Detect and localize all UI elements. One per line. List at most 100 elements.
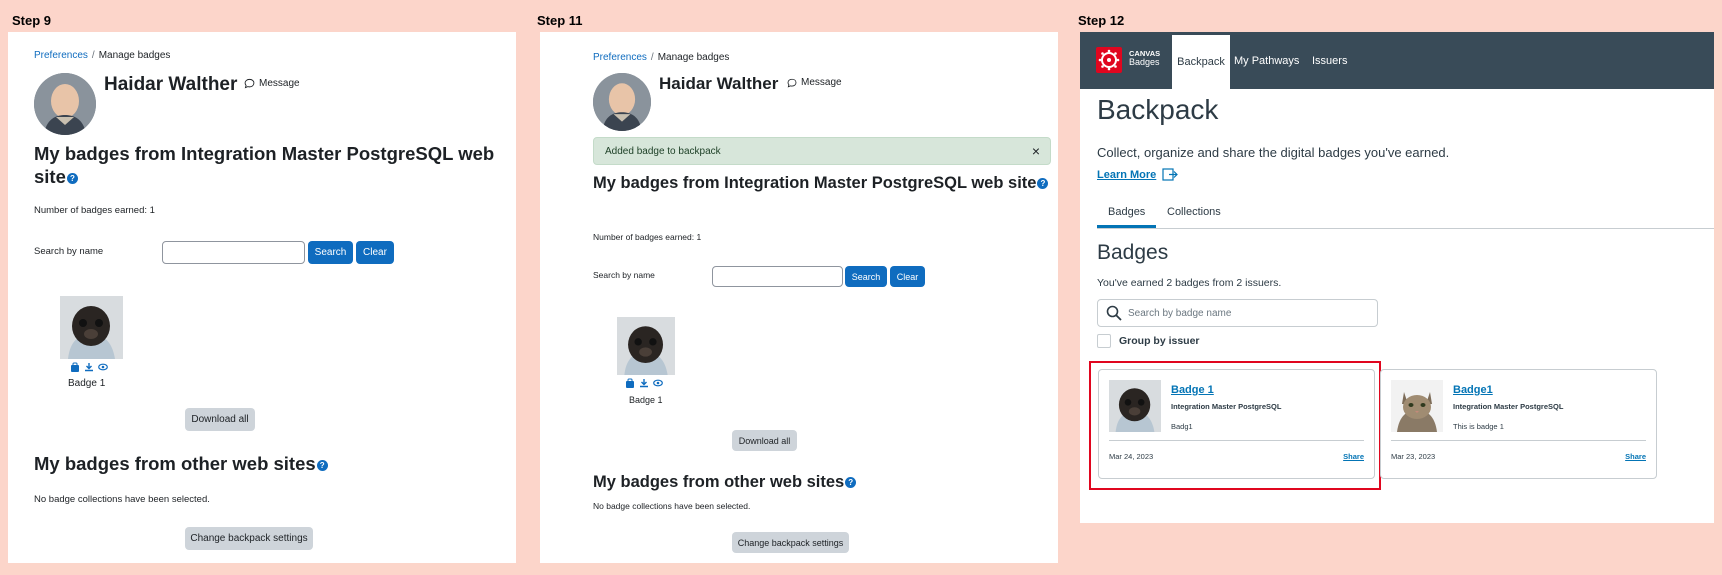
avatar bbox=[34, 73, 96, 135]
change-backpack-button[interactable]: Change backpack settings bbox=[185, 527, 313, 550]
heading-other-sites: My badges from other web sites? bbox=[593, 472, 857, 493]
search-input[interactable] bbox=[712, 266, 843, 287]
breadcrumb-current: Manage badges bbox=[657, 52, 730, 63]
badge-image[interactable] bbox=[617, 317, 675, 375]
download-all-button[interactable]: Download all bbox=[732, 430, 797, 451]
heading-site-badges: My badges from Integration Master Postgr… bbox=[34, 142, 514, 188]
search-label: Search by name bbox=[593, 270, 655, 280]
breadcrumb: Preferences / Manage badges bbox=[34, 50, 170, 61]
external-link-icon bbox=[1162, 168, 1179, 181]
brand-line2: Badges bbox=[1129, 57, 1160, 68]
tabs-divider bbox=[1097, 228, 1714, 229]
help-icon-other[interactable]: ? bbox=[845, 477, 857, 489]
heading-site-text: My badges from Integration Master Postgr… bbox=[593, 174, 1037, 192]
page-title: Backpack bbox=[1097, 94, 1219, 125]
alert-close-icon[interactable]: × bbox=[1032, 143, 1040, 159]
learn-more-text: Learn More bbox=[1097, 168, 1157, 181]
view-icon[interactable] bbox=[98, 362, 108, 372]
breadcrumb-separator: / bbox=[650, 52, 654, 63]
change-backpack-button[interactable]: Change backpack settings bbox=[732, 532, 849, 553]
top-navbar: CANVAS Badges Backpack My Pathways Issue… bbox=[1080, 32, 1714, 89]
pug-image bbox=[60, 296, 123, 359]
badge-image[interactable] bbox=[60, 296, 123, 359]
help-icon[interactable]: ? bbox=[66, 172, 78, 184]
breadcrumb-preferences-link[interactable]: Preferences bbox=[593, 52, 647, 63]
download-icon[interactable] bbox=[639, 378, 649, 388]
group-by-issuer-label: Group by issuer bbox=[1119, 335, 1200, 347]
clear-button[interactable]: Clear bbox=[356, 241, 394, 264]
heading-site-text: My badges from Integration Master Postgr… bbox=[34, 143, 495, 188]
step-label-12: Step 12 bbox=[1078, 13, 1125, 28]
message-label: Message bbox=[259, 78, 300, 89]
chat-bubble-icon bbox=[244, 78, 255, 89]
tab-collections[interactable]: Collections bbox=[1167, 206, 1221, 218]
badge-card-title[interactable]: Badge1 bbox=[1453, 384, 1493, 396]
badges-earned-count: Number of badges earned: 1 bbox=[593, 232, 702, 242]
badge-card-description: This is badge 1 bbox=[1453, 422, 1504, 431]
badge-card-image bbox=[1391, 380, 1443, 432]
help-icon[interactable]: ? bbox=[1037, 178, 1049, 190]
badge-actions bbox=[625, 378, 663, 388]
breadcrumb-separator: / bbox=[91, 50, 95, 61]
canvas-logo-icon[interactable] bbox=[1096, 47, 1122, 73]
cat-image bbox=[1391, 380, 1443, 432]
chat-bubble-icon bbox=[787, 78, 797, 87]
search-input[interactable] bbox=[162, 241, 305, 264]
learn-more-link[interactable]: Learn More bbox=[1097, 168, 1179, 181]
download-all-button[interactable]: Download all bbox=[185, 408, 255, 431]
earned-text: You've earned 2 badges from 2 issuers. bbox=[1097, 277, 1282, 289]
download-icon[interactable] bbox=[84, 362, 94, 372]
breadcrumb-preferences-link[interactable]: Preferences bbox=[34, 50, 88, 61]
user-name: Haidar Walther bbox=[104, 74, 238, 95]
message-button[interactable]: Message bbox=[244, 78, 300, 89]
breadcrumb-current: Manage badges bbox=[98, 50, 171, 61]
badge-actions bbox=[70, 362, 108, 372]
avatar bbox=[593, 73, 651, 131]
help-icon-other[interactable]: ? bbox=[316, 459, 328, 471]
avatar-photo bbox=[34, 73, 96, 135]
nav-backpack[interactable]: Backpack bbox=[1172, 35, 1230, 89]
section-title: Badges bbox=[1097, 241, 1169, 264]
highlight-box bbox=[1089, 361, 1381, 490]
heading-other-text: My badges from other web sites bbox=[34, 453, 316, 474]
search-button[interactable]: Search bbox=[845, 266, 887, 287]
badge-name: Badge 1 bbox=[629, 395, 663, 405]
success-alert: Added badge to backpack × bbox=[593, 137, 1051, 165]
alert-text: Added badge to backpack bbox=[605, 146, 721, 157]
search-placeholder: Search by badge name bbox=[1128, 307, 1232, 319]
avatar-photo bbox=[593, 73, 651, 131]
page-subtitle: Collect, organize and share the digital … bbox=[1097, 145, 1450, 160]
search-button[interactable]: Search bbox=[308, 241, 353, 264]
heading-site-badges: My badges from Integration Master Postgr… bbox=[593, 173, 1053, 194]
no-collections-text: No badge collections have been selected. bbox=[34, 494, 210, 505]
badge-card-divider bbox=[1391, 440, 1646, 441]
moodle-panel-step9: Preferences / Manage badges Haidar Walther… bbox=[8, 32, 516, 563]
badge-card-share-link[interactable]: Share bbox=[1625, 452, 1646, 461]
badge-card-issuer: Integration Master PostgreSQL bbox=[1453, 402, 1564, 411]
step-label-9: Step 9 bbox=[12, 13, 52, 28]
step-label-11: Step 11 bbox=[537, 13, 583, 28]
view-icon[interactable] bbox=[653, 378, 663, 388]
nav-my-pathways[interactable]: My Pathways bbox=[1234, 55, 1299, 67]
badge-search-input[interactable]: Search by badge name bbox=[1097, 299, 1378, 327]
canvas-brand: CANVAS Badges bbox=[1129, 49, 1160, 68]
clear-button[interactable]: Clear bbox=[890, 266, 925, 287]
nav-issuers[interactable]: Issuers bbox=[1312, 55, 1347, 67]
badge-name: Badge 1 bbox=[68, 378, 106, 389]
moodle-panel-step11: Preferences / Manage badges Haidar Walther… bbox=[540, 32, 1058, 563]
backpack-icon[interactable] bbox=[70, 362, 80, 372]
user-name: Haidar Walther bbox=[659, 74, 779, 93]
message-label: Message bbox=[801, 77, 842, 88]
badge-card-date: Mar 23, 2023 bbox=[1391, 452, 1436, 461]
group-by-issuer-checkbox[interactable] bbox=[1097, 334, 1111, 348]
badge-card[interactable]: Badge1 Integration Master PostgreSQL Thi… bbox=[1380, 369, 1657, 479]
pug-image bbox=[617, 317, 675, 375]
canvas-logo-mark bbox=[1098, 49, 1120, 71]
message-button[interactable]: Message bbox=[787, 77, 842, 88]
search-icon bbox=[1106, 305, 1122, 321]
tab-badges[interactable]: Badges bbox=[1097, 206, 1157, 228]
canvas-badges-panel: CANVAS Badges Backpack My Pathways Issue… bbox=[1080, 32, 1714, 523]
backpack-icon[interactable] bbox=[625, 378, 635, 388]
heading-other-sites: My badges from other web sites? bbox=[34, 452, 328, 475]
no-collections-text: No badge collections have been selected. bbox=[593, 501, 751, 511]
